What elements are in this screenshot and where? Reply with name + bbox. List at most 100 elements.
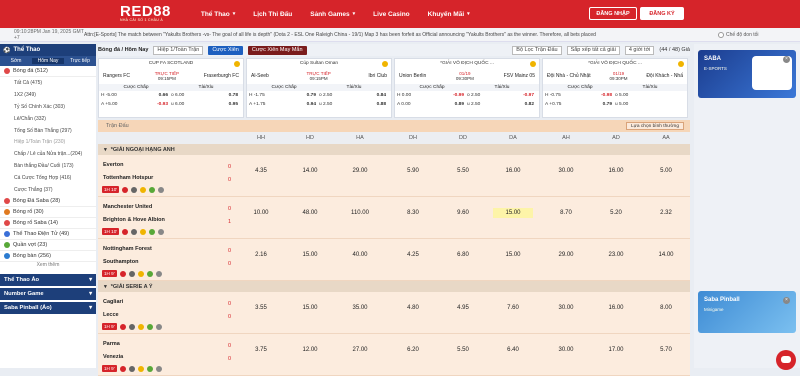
odds-cell[interactable]: 6.20 bbox=[393, 345, 433, 355]
odds-cell[interactable]: 30.00 bbox=[546, 166, 586, 176]
odds-cell[interactable]: 40.00 bbox=[340, 250, 380, 260]
sort-select[interactable]: Sắp xếp tất cả giải bbox=[566, 45, 620, 55]
odds-cell[interactable]: 35.00 bbox=[340, 303, 380, 313]
featured-match-card[interactable]: Cúp Sultan Oman Al-Seeb TRỰC TIẾP 09:15PM Ib… bbox=[246, 58, 392, 118]
stats-icon[interactable] bbox=[131, 228, 138, 235]
sidebar-subitem[interactable]: Bàn thắng Đầu/ Cuối (173) bbox=[0, 160, 96, 172]
sidebar-subitem[interactable]: 1X2 (349) bbox=[0, 89, 96, 101]
odds-cell[interactable]: 14.00 bbox=[290, 166, 330, 176]
show-more-link[interactable]: Xem thêm bbox=[0, 262, 96, 272]
star-icon[interactable] bbox=[140, 186, 147, 193]
sidebar-sport-item[interactable]: Thể Thao Điện Tử (49) bbox=[0, 229, 96, 240]
featured-match-card[interactable]: CUP FA SCOTLAND Rangers FC TRỰC TIẾP 09:15P… bbox=[98, 58, 244, 118]
login-button[interactable]: ĐĂNG NHẬP bbox=[589, 7, 637, 20]
stats-icon[interactable] bbox=[128, 323, 135, 330]
favorite-icon[interactable] bbox=[530, 61, 536, 67]
saba-pinball-banner[interactable]: Saba Pinball Minigame × bbox=[698, 291, 796, 333]
handicap-odd[interactable]: 0.79 bbox=[579, 102, 616, 107]
close-icon[interactable]: × bbox=[783, 297, 790, 304]
live-stream-icon[interactable] bbox=[119, 270, 126, 277]
odds-cell[interactable]: 2.32 bbox=[646, 208, 686, 218]
featured-match-card[interactable]: *GIẢI VÔ ĐỊCH QUỐC ... Đội Nhà - Chủ Nhật… bbox=[542, 58, 688, 118]
close-icon[interactable]: × bbox=[783, 56, 790, 63]
market-select[interactable]: Hiệp 1/Toàn Trận bbox=[153, 45, 204, 55]
handicap-odd[interactable]: -0.93 bbox=[135, 102, 172, 107]
odds-cell[interactable]: 14.00 bbox=[646, 250, 686, 260]
odds-cell[interactable]: 4.25 bbox=[393, 250, 433, 260]
tab-live[interactable]: Trực tiếp bbox=[64, 58, 96, 64]
nav-item[interactable]: Live Casino bbox=[373, 11, 409, 18]
odds-cell[interactable]: 15.00 bbox=[290, 250, 330, 260]
parlay-button[interactable]: Cược Xiên bbox=[208, 45, 243, 55]
live-stream-icon[interactable] bbox=[119, 365, 126, 372]
total-odd[interactable]: -0.97 bbox=[501, 93, 538, 98]
odds-cell[interactable]: 8.30 bbox=[393, 208, 433, 218]
odds-cell[interactable]: 3.55 bbox=[241, 303, 281, 313]
info-icon[interactable] bbox=[155, 323, 162, 330]
odds-cell[interactable]: 4.80 bbox=[393, 303, 433, 313]
sidebar-subitem[interactable]: Chấp / Lẻ của Nửa trận...(204) bbox=[0, 148, 96, 160]
radio-icon[interactable] bbox=[718, 31, 724, 38]
nav-item[interactable]: Sảnh Games ▾ bbox=[310, 11, 355, 18]
sidebar-subitem[interactable]: Tỷ Số Chính Xác (303) bbox=[0, 101, 96, 113]
odds-cell[interactable]: 4.35 bbox=[241, 166, 281, 176]
sidebar-sport-item[interactable]: Bóng Đá Saba (28) bbox=[0, 196, 96, 207]
sidebar-group[interactable]: Number Game ▾ bbox=[0, 287, 96, 300]
sidebar-header[interactable]: ⚽ Thể Thao bbox=[0, 44, 96, 56]
star-icon[interactable] bbox=[137, 323, 144, 330]
lucky-parlay-button[interactable]: Cược Xiên May Mắn bbox=[247, 45, 307, 55]
saba-esports-banner[interactable]: SABA E-SPORTS × bbox=[698, 50, 796, 98]
odds-cell[interactable]: 29.00 bbox=[546, 250, 586, 260]
score-icon[interactable] bbox=[146, 323, 153, 330]
nav-item[interactable]: Khuyến Mãi ▾ bbox=[428, 11, 470, 18]
odds-cell[interactable]: 30.00 bbox=[546, 345, 586, 355]
total-odd[interactable]: 0.82 bbox=[501, 102, 538, 107]
away-team[interactable]: Brighton & Hove Albion bbox=[103, 217, 165, 223]
info-icon[interactable] bbox=[155, 270, 162, 277]
live-stream-icon[interactable] bbox=[119, 323, 126, 330]
nav-item[interactable]: Thể Thao ▾ bbox=[201, 11, 235, 18]
sidebar-subitem[interactable]: Cá Cược Tổng Hợp (416) bbox=[0, 172, 96, 184]
total-odd[interactable]: 0.95 bbox=[205, 102, 242, 107]
sidebar-sport-item[interactable]: Bóng rổ Saba (14) bbox=[0, 218, 96, 229]
favorite-icon[interactable] bbox=[234, 61, 240, 67]
odds-cell[interactable]: 5.50 bbox=[443, 345, 483, 355]
star-icon[interactable] bbox=[140, 228, 147, 235]
odds-cell[interactable]: 5.50 bbox=[443, 166, 483, 176]
odds-cell[interactable]: 27.00 bbox=[340, 345, 380, 355]
odds-cell[interactable]: 5.00 bbox=[646, 166, 686, 176]
odds-cell[interactable]: 3.75 bbox=[241, 345, 281, 355]
live-stream-icon[interactable] bbox=[122, 186, 129, 193]
register-button[interactable]: ĐĂNG KÝ bbox=[640, 7, 684, 20]
handicap-odd[interactable]: 0.89 bbox=[431, 102, 468, 107]
info-icon[interactable] bbox=[158, 228, 165, 235]
star-icon[interactable] bbox=[137, 270, 144, 277]
odds-cell[interactable]: 7.60 bbox=[493, 303, 533, 313]
away-team[interactable]: Southampton bbox=[103, 259, 138, 265]
sidebar-sport-item[interactable]: Quần vợt (23) bbox=[0, 240, 96, 251]
score-icon[interactable] bbox=[146, 365, 153, 372]
odds-cell[interactable]: 8.00 bbox=[646, 303, 686, 313]
stats-icon[interactable] bbox=[131, 186, 138, 193]
match-filter-select[interactable]: Bộ Lọc Trận Đấu bbox=[512, 45, 562, 55]
tab-early[interactable]: Sớm bbox=[0, 58, 32, 64]
league-header[interactable]: ▾ *GIẢI SERIE A Ý bbox=[98, 281, 690, 292]
away-team[interactable]: Lecce bbox=[103, 312, 119, 318]
stats-icon[interactable] bbox=[128, 270, 135, 277]
odds-cell[interactable]: 16.00 bbox=[596, 303, 636, 313]
home-team[interactable]: Manchester United bbox=[103, 204, 152, 210]
odds-cell[interactable]: 12.00 bbox=[290, 345, 330, 355]
score-icon[interactable] bbox=[149, 186, 156, 193]
sidebar-subitem[interactable]: Hiệp 1/Toàn Trận (230) bbox=[0, 136, 96, 148]
period-select[interactable]: 4 giới tới bbox=[624, 45, 655, 55]
odds-cell[interactable]: 16.00 bbox=[493, 166, 533, 176]
sidebar-sport-item[interactable]: Bóng rổ (30) bbox=[0, 207, 96, 218]
sidebar-group[interactable]: Thể Thao Ảo ▾ bbox=[0, 273, 96, 286]
odds-cell[interactable]: 15.00 bbox=[290, 303, 330, 313]
handicap-odd[interactable]: -0.98 bbox=[579, 93, 616, 98]
league-header[interactable]: ▾ *GIẢI NGOẠI HẠNG ANH bbox=[98, 144, 690, 155]
odds-cell[interactable]: 17.00 bbox=[596, 345, 636, 355]
odds-cell[interactable]: 10.00 bbox=[241, 208, 281, 218]
score-icon[interactable] bbox=[149, 228, 156, 235]
odds-cell[interactable]: 30.00 bbox=[546, 303, 586, 313]
